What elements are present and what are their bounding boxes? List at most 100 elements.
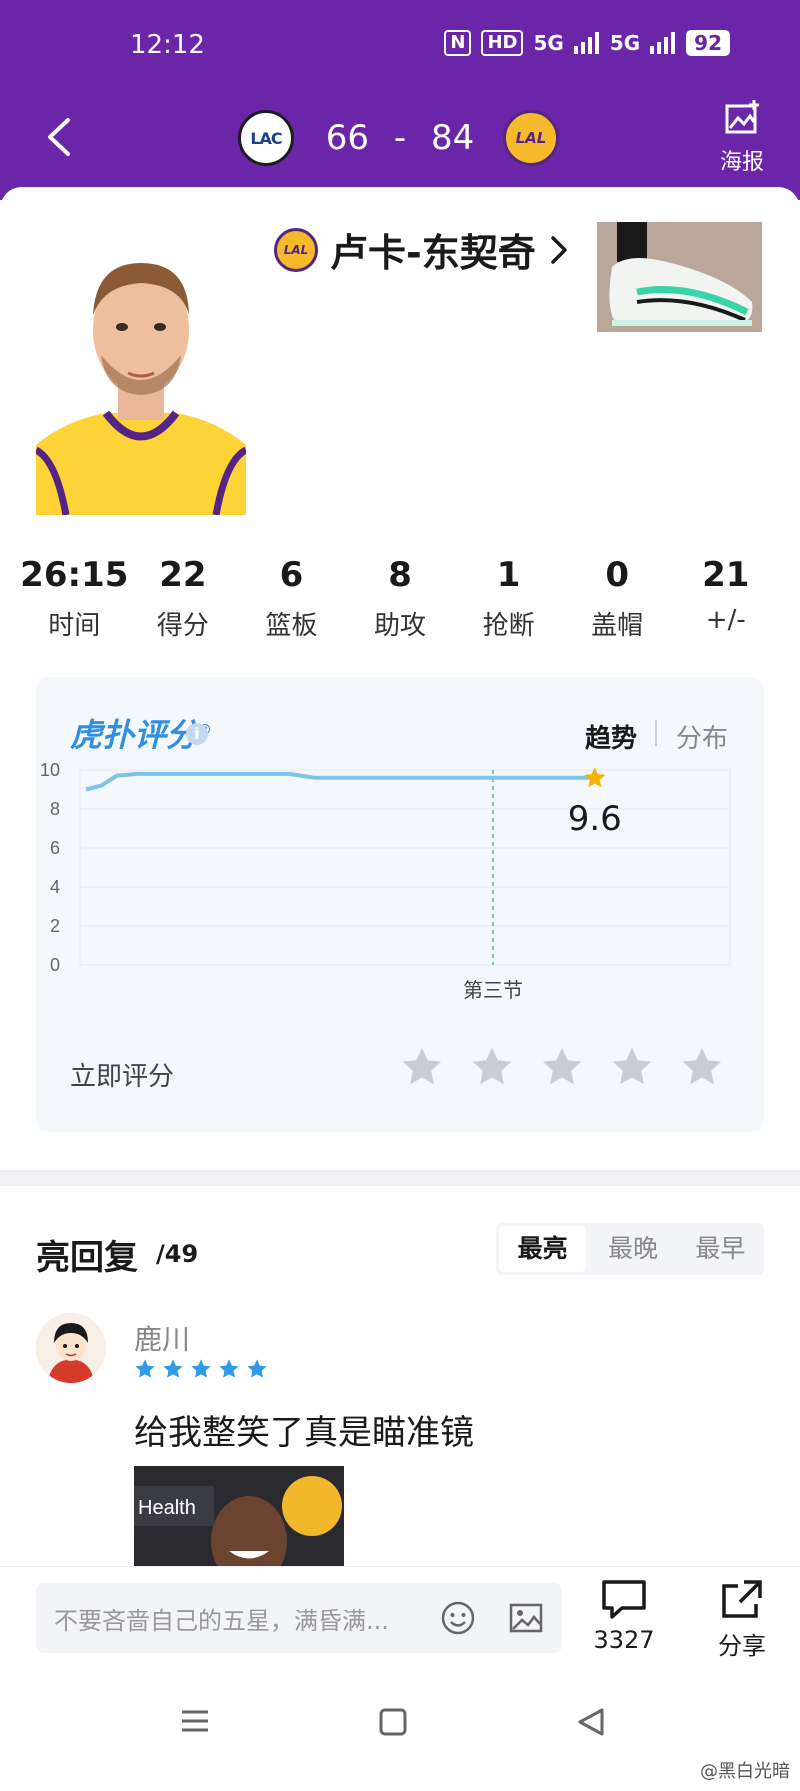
poster-label: 海报 — [719, 150, 764, 175]
stat-value: 0 — [605, 555, 630, 595]
comment-input-placeholder: 不要吝啬自己的五星，满昏满... — [54, 1607, 389, 1635]
sort-tab-3[interactable]: 最早 — [677, 1223, 764, 1275]
stat-item: 21 +/- — [671, 555, 780, 642]
star-icon — [472, 1047, 512, 1085]
stat-label: 抢断 — [482, 611, 535, 641]
sort-tab-2[interactable]: 最晚 — [589, 1223, 676, 1275]
stat-item: 22 得分 — [129, 555, 238, 642]
rating-series-line — [85, 771, 595, 792]
sort-tabs: 最亮 最晚 最早 — [496, 1223, 764, 1275]
rate-star-4[interactable] — [610, 1045, 654, 1093]
signal-icon-2: 5G — [609, 31, 641, 55]
comment-text: 给我整笑了真是瞄准镜 — [134, 1413, 474, 1453]
poster-image-icon — [725, 100, 759, 134]
game-score: 66 - 84 — [320, 118, 480, 158]
rate-now-label: 立即评分 — [70, 1062, 175, 1092]
player-portrait[interactable] — [36, 245, 246, 515]
stats-row: 26:15 时间 22 得分 6 篮板 8 助攻 1 抢断 0 盖帽 21 +/- — [20, 555, 780, 642]
star-icon — [682, 1047, 722, 1085]
emoji-button[interactable] — [440, 1600, 476, 1636]
current-rating-value: 9.6 — [568, 799, 622, 839]
menu-icon[interactable] — [182, 1710, 208, 1732]
comment-count: 3327 — [593, 1626, 655, 1654]
stat-label: 盖帽 — [591, 611, 644, 641]
avatar[interactable] — [36, 1313, 106, 1383]
score-separator: - — [393, 118, 407, 158]
rate-star-1[interactable] — [400, 1045, 444, 1093]
tab-distribution[interactable]: 分布 — [676, 718, 728, 755]
y-tick-label: 2 — [50, 916, 60, 936]
comment-star-icon — [191, 1359, 211, 1378]
battery-indicator: 92 — [686, 30, 730, 56]
comments-button[interactable]: 3327 — [592, 1578, 656, 1654]
comment-star-icon — [163, 1359, 183, 1378]
chevron-right-icon — [551, 235, 567, 264]
comments-title: 亮回复 — [36, 1238, 138, 1278]
share-icon — [722, 1580, 762, 1618]
away-score: 84 — [430, 118, 475, 158]
y-tick-label: 10 — [40, 760, 60, 780]
away-team-logo[interactable]: LAL — [503, 110, 559, 166]
emoji-icon — [441, 1601, 475, 1635]
image-button[interactable] — [508, 1600, 544, 1636]
comment-photo-caption: Health — [138, 1497, 196, 1519]
period-marker-label: 第三节 — [463, 978, 523, 1002]
stat-label: +/- — [705, 605, 746, 635]
y-tick-label: 6 — [50, 838, 60, 858]
y-tick-label: 4 — [50, 877, 60, 897]
star-icon — [612, 1047, 652, 1085]
rate-star-5[interactable] — [680, 1045, 724, 1093]
stat-value: 21 — [702, 555, 750, 595]
stat-value: 26:15 — [20, 555, 129, 595]
sneaker-image — [597, 222, 762, 332]
home-team-abbr: LAC — [250, 128, 282, 148]
signal-bars-icon-2 — [650, 32, 676, 54]
comment-star-icon — [135, 1359, 155, 1378]
comment-star-icon — [219, 1359, 239, 1378]
stat-item: 8 助攻 — [346, 555, 455, 642]
image-icon — [509, 1603, 543, 1633]
stat-value: 8 — [388, 555, 412, 595]
player-team-logo: LAL — [274, 227, 318, 272]
stat-item: 1 抢断 — [454, 555, 563, 642]
share-button[interactable]: 分享 — [710, 1578, 774, 1661]
info-icon[interactable]: i — [186, 723, 208, 745]
stat-value: 1 — [496, 555, 521, 595]
shoe-thumbnail[interactable] — [597, 222, 762, 332]
signal-icon: 5G — [533, 31, 564, 55]
rate-stars — [400, 1045, 724, 1093]
stat-label: 得分 — [156, 611, 209, 641]
sort-tab-1[interactable]: 最亮 — [499, 1226, 587, 1272]
player-name: 卢卡-东契奇 — [330, 231, 536, 275]
comment-rating-stars — [134, 1358, 268, 1380]
comments-count: /49 — [156, 1240, 199, 1268]
rating-logo-text: 虎扑评分 — [70, 716, 199, 754]
poster-button[interactable]: 海报 — [712, 100, 772, 176]
home-nav-icon[interactable] — [379, 1708, 407, 1736]
stat-item: 0 盖帽 — [563, 555, 672, 642]
rate-star-3[interactable] — [540, 1045, 584, 1093]
status-time: 12:12 — [130, 30, 205, 60]
stat-label: 时间 — [48, 611, 101, 641]
tab-trend[interactable]: 趋势 — [585, 718, 637, 755]
star-icon — [542, 1047, 582, 1085]
back-button[interactable] — [40, 112, 80, 162]
player-photo-image — [36, 245, 246, 515]
home-score: 66 — [325, 118, 370, 158]
back-nav-icon[interactable] — [578, 1708, 604, 1736]
rate-star-2[interactable] — [470, 1045, 514, 1093]
comment-star-icon — [247, 1359, 267, 1378]
y-tick-label: 0 — [50, 955, 60, 975]
comment-username[interactable]: 鹿川 — [134, 1318, 190, 1358]
share-label: 分享 — [718, 1632, 766, 1660]
y-tick-label: 8 — [50, 799, 60, 819]
comment-image[interactable]: Health — [134, 1466, 344, 1566]
player-name-row[interactable]: LAL 卢卡-东契奇 — [274, 222, 570, 277]
signal-bars-icon — [573, 32, 599, 54]
home-team-logo[interactable]: LAC — [238, 110, 294, 166]
comment-bubble-icon — [602, 1580, 646, 1619]
away-team-abbr: LAL — [515, 129, 547, 147]
watermark: @黑白光暗 — [700, 1761, 790, 1782]
stat-item: 26:15 时间 — [20, 555, 129, 642]
player-team-abbr: LAL — [283, 242, 309, 257]
